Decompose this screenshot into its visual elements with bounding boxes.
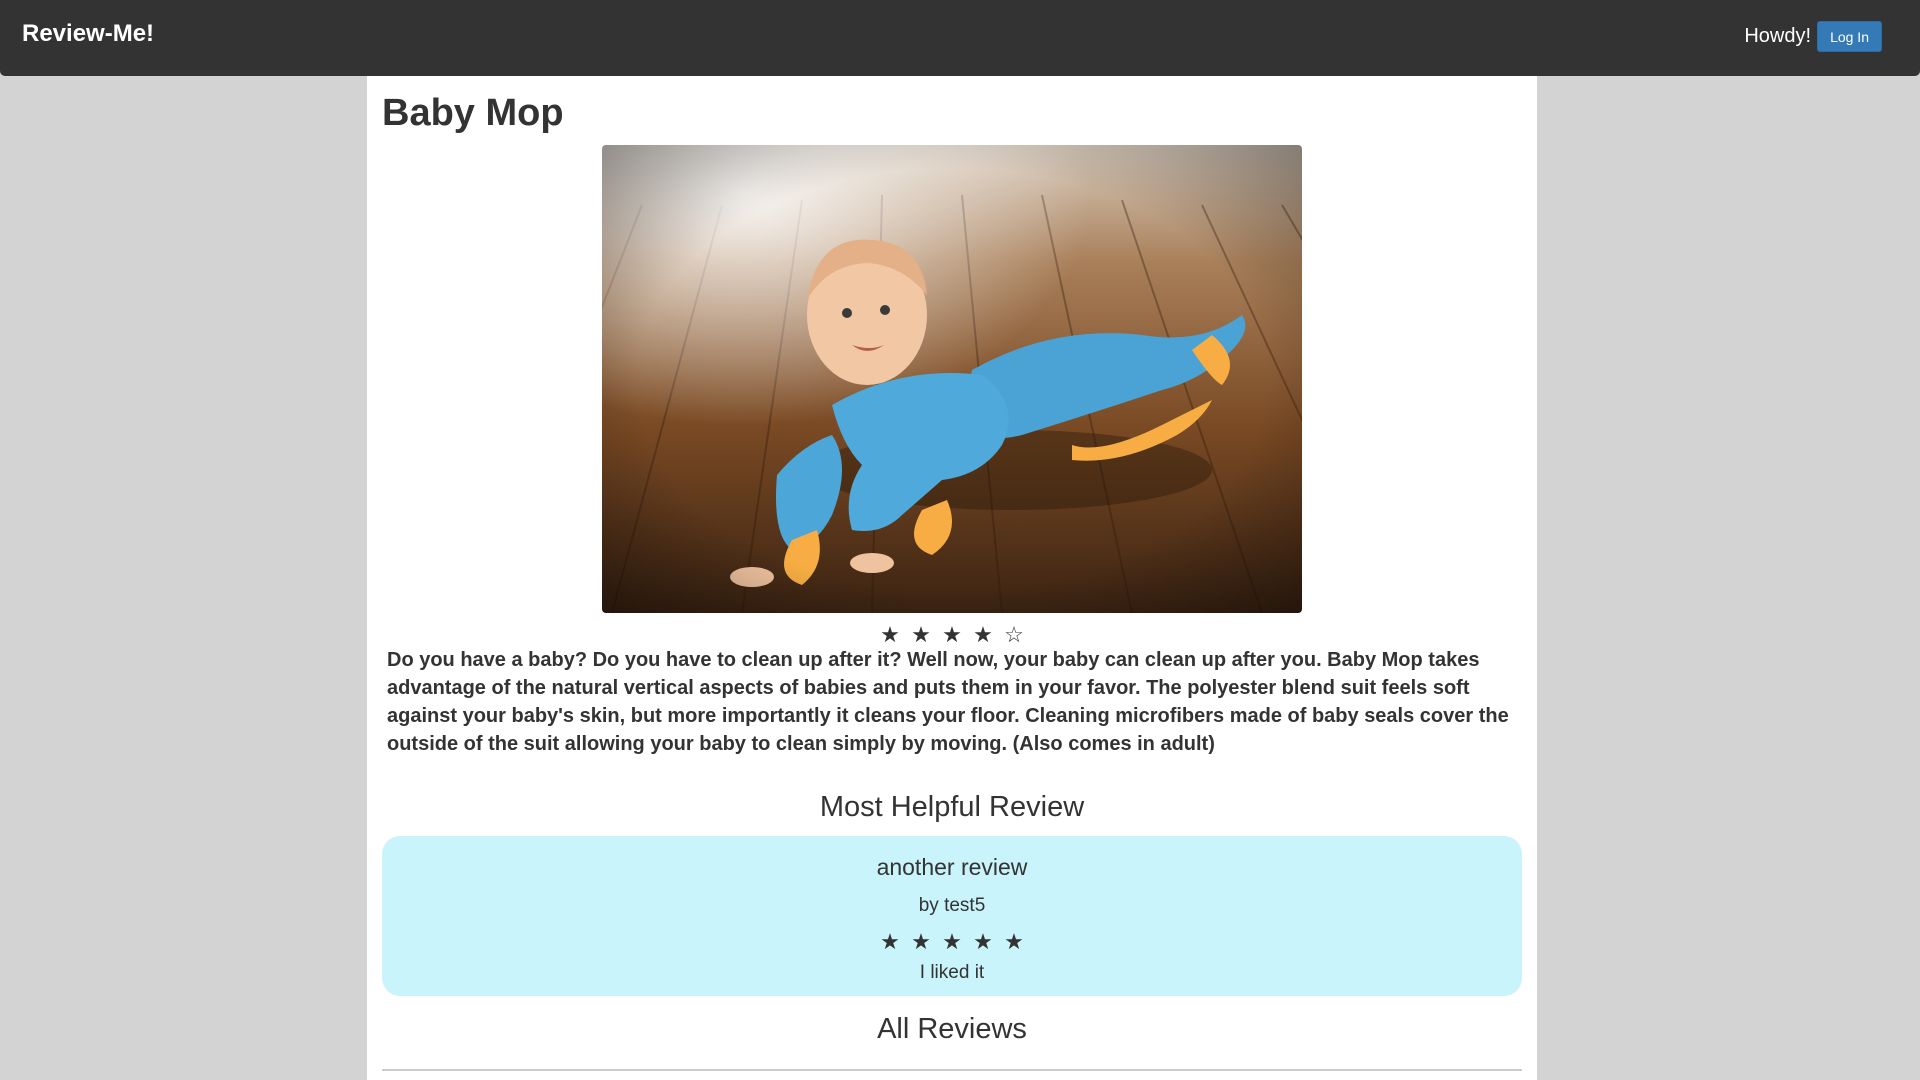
navbar: Review-Me! Howdy! Log In [0,0,1920,76]
review-body: I liked it [919,962,985,983]
greeting-text: Howdy! [1744,25,1812,47]
reviews-divider [382,1069,1522,1071]
most-helpful-heading: Most Helpful Review [819,791,1085,823]
all-reviews-heading: All Reviews [877,1013,1027,1045]
review-author: by test5 [918,895,986,916]
star-filled-icon: ★ [973,622,993,647]
product-image [602,145,1302,613]
star-filled-icon: ★ [911,929,931,954]
product-title: Baby Mop [382,92,564,134]
most-helpful-review-card: another review by test5 ★ ★ ★ ★ ★ I liked it [382,836,1522,996]
star-filled-icon: ★ [942,929,962,954]
star-filled-icon: ★ [880,929,900,954]
star-filled-icon: ★ [880,622,900,647]
star-empty-icon: ☆ [1004,622,1024,647]
star-filled-icon: ★ [973,929,993,954]
star-filled-icon: ★ [1004,929,1024,954]
review-rating: ★ ★ ★ ★ ★ [382,929,1522,955]
star-filled-icon: ★ [911,622,931,647]
product-description: Do you have a baby? Do you have to clean… [387,649,1509,755]
nav-right: Howdy! Log In [1744,21,1882,52]
login-button[interactable]: Log In [1817,21,1882,52]
brand-link[interactable]: Review-Me! [22,20,154,48]
product-rating: ★ ★ ★ ★ ☆ [367,622,1537,648]
main-content: Baby Mop ★ ★ ★ ★ ☆ Do you have a baby? D… [367,76,1537,1080]
review-title: another review [876,854,1028,880]
star-filled-icon: ★ [942,622,962,647]
